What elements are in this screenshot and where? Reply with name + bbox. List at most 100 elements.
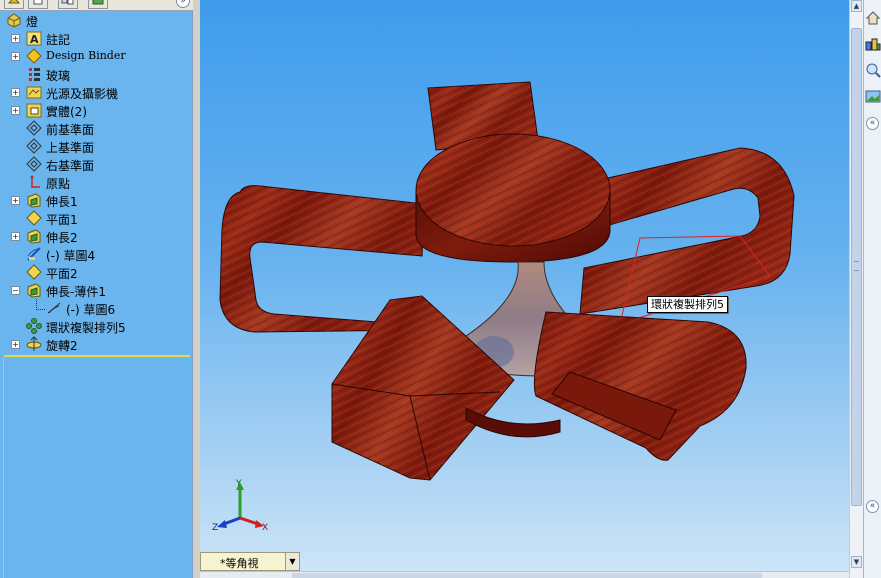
vertical-scrollbar-thumb[interactable] bbox=[851, 28, 862, 506]
tree-item-label: 旋轉2 bbox=[46, 339, 78, 353]
z-label: Z bbox=[212, 523, 218, 533]
tree-item-label: 光源及攝影機 bbox=[46, 87, 119, 101]
file-explorer-icon[interactable] bbox=[865, 62, 881, 80]
collapse-pane-top-icon[interactable]: « bbox=[866, 117, 879, 130]
solid-bodies-icon bbox=[26, 102, 42, 118]
z-axis bbox=[223, 516, 241, 526]
expand-icon[interactable]: + bbox=[11, 88, 20, 97]
tree-item-origin[interactable]: 原點 bbox=[4, 173, 190, 191]
display-manager-icon bbox=[92, 0, 104, 5]
circular-pattern-icon bbox=[26, 318, 42, 334]
tree-item-thin-extrude1[interactable]: − 伸長-薄件1 bbox=[4, 281, 190, 299]
tree-item-extrude1[interactable]: + 伸長1 bbox=[4, 191, 190, 209]
tree-item-material[interactable]: 玻璃 bbox=[4, 65, 190, 83]
tree-item-label: (-) 草圖4 bbox=[46, 249, 96, 263]
tree-item-plane1[interactable]: 平面1 bbox=[4, 209, 190, 227]
extrude-icon bbox=[26, 192, 42, 208]
tree-tabs: » bbox=[0, 0, 193, 11]
tree-item-label: 平面2 bbox=[46, 267, 78, 281]
tab-property-manager[interactable] bbox=[28, 0, 48, 9]
design-binder-icon bbox=[26, 48, 42, 64]
view-palette-icon[interactable] bbox=[865, 88, 881, 106]
tree-item-label: 註記 bbox=[46, 33, 71, 47]
tree-root[interactable]: 燈 bbox=[4, 11, 190, 29]
tree-item-label: 前基準面 bbox=[46, 123, 95, 137]
expand-icon[interactable]: + bbox=[11, 196, 20, 205]
tree-item-revolve2[interactable]: + 旋轉2 bbox=[4, 335, 190, 353]
tree-connector bbox=[36, 299, 45, 310]
tab-configuration-manager[interactable] bbox=[58, 0, 78, 9]
expand-icon[interactable]: + bbox=[11, 340, 20, 349]
tree-item-top-plane[interactable]: 上基準面 bbox=[4, 137, 190, 155]
collapse-icon[interactable]: − bbox=[11, 286, 20, 295]
chevron-down-icon[interactable]: ▼ bbox=[285, 553, 299, 570]
plane-icon bbox=[26, 264, 42, 280]
sketch-icon bbox=[26, 246, 42, 262]
hub bbox=[415, 133, 611, 263]
tree-item-right-plane[interactable]: 右基準面 bbox=[4, 155, 190, 173]
tree-root-label: 燈 bbox=[26, 15, 39, 29]
blade-front-right bbox=[533, 311, 747, 461]
tree-item-sketch6[interactable]: (-) 草圖6 bbox=[4, 299, 190, 317]
view-orientation-select[interactable]: *等角視 ▼ bbox=[200, 552, 300, 571]
tree-item-label: 原點 bbox=[46, 177, 71, 191]
design-library-icon[interactable] bbox=[865, 36, 881, 54]
tab-display-manager[interactable] bbox=[88, 0, 108, 9]
axis-triad: Y X Z bbox=[212, 479, 268, 533]
expand-icon[interactable]: + bbox=[11, 106, 20, 115]
feature-callout: 環狀複製排列5 bbox=[647, 296, 728, 313]
tree-item-label: 上基準面 bbox=[46, 141, 95, 155]
task-pane: « « bbox=[863, 0, 881, 578]
plane-icon bbox=[26, 120, 42, 136]
x-axis bbox=[239, 516, 259, 526]
tree-item-label: Design Binder bbox=[46, 49, 126, 62]
tree-item-label: 環狀複製排列5 bbox=[46, 321, 126, 335]
tree-item-sketch4[interactable]: (-) 草圖4 bbox=[4, 245, 190, 263]
tree-item-plane2[interactable]: 平面2 bbox=[4, 263, 190, 281]
tree-item-design-binder[interactable]: + Design Binder bbox=[4, 47, 190, 65]
tree-item-label: 伸長-薄件1 bbox=[46, 285, 106, 299]
feature-manager-icon bbox=[7, 0, 21, 4]
vertical-scrollbar[interactable]: ▲ ▼ bbox=[849, 0, 863, 578]
tree-item-annotations[interactable]: + A 註記 bbox=[4, 29, 190, 47]
extrude-icon bbox=[26, 282, 42, 298]
part-icon bbox=[6, 12, 22, 28]
expand-icon[interactable]: + bbox=[11, 232, 20, 241]
collapse-pane-bottom-icon[interactable]: « bbox=[866, 500, 879, 513]
lights-cameras-icon bbox=[26, 84, 42, 100]
plane-icon bbox=[26, 210, 42, 226]
expand-icon[interactable]: + bbox=[11, 52, 20, 61]
scroll-up-button[interactable]: ▲ bbox=[851, 0, 862, 12]
svg-text:A: A bbox=[30, 33, 39, 46]
revolve-icon bbox=[26, 336, 42, 352]
tree-item-extrude2[interactable]: + 伸長2 bbox=[4, 227, 190, 245]
extrude-icon bbox=[26, 228, 42, 244]
tab-feature-manager[interactable] bbox=[4, 0, 24, 9]
horizontal-scrollbar[interactable] bbox=[200, 571, 849, 578]
plane-icon bbox=[26, 138, 42, 154]
z-arrow bbox=[217, 520, 227, 528]
view-orientation-label: *等角視 bbox=[220, 557, 259, 570]
tree-tabs-more-button[interactable]: » bbox=[176, 0, 190, 8]
tree-item-label: 伸長1 bbox=[46, 195, 78, 209]
tree-item-label: 實體(2) bbox=[46, 105, 87, 119]
sketch-icon bbox=[46, 300, 62, 316]
tree-item-circular-pattern5[interactable]: 環狀複製排列5 bbox=[4, 317, 190, 335]
tree-item-front-plane[interactable]: 前基準面 bbox=[4, 119, 190, 137]
scroll-down-button[interactable]: ▼ bbox=[851, 556, 862, 568]
property-manager-icon bbox=[33, 0, 43, 5]
tree-list: 燈 + A 註記 + Design Binder 玻璃 + 光源及攝影機 + 實… bbox=[4, 11, 190, 353]
lamp-3d-model[interactable] bbox=[200, 0, 849, 578]
horizontal-scrollbar-thumb[interactable] bbox=[292, 573, 762, 578]
x-label: X bbox=[262, 523, 268, 533]
tree-item-solid-bodies[interactable]: + 實體(2) bbox=[4, 101, 190, 119]
material-icon bbox=[26, 66, 42, 82]
tree-item-label: 平面1 bbox=[46, 213, 78, 227]
expand-icon[interactable]: + bbox=[11, 34, 20, 43]
annotations-icon: A bbox=[26, 30, 42, 46]
graphics-viewport[interactable]: 環狀複製排列5 Y X Z *等角視 ▼ bbox=[200, 0, 849, 578]
tree-item-lights-cameras[interactable]: + 光源及攝影機 bbox=[4, 83, 190, 101]
plane-icon bbox=[26, 156, 42, 172]
home-icon[interactable] bbox=[865, 10, 881, 28]
tree-item-label: (-) 草圖6 bbox=[66, 303, 116, 317]
